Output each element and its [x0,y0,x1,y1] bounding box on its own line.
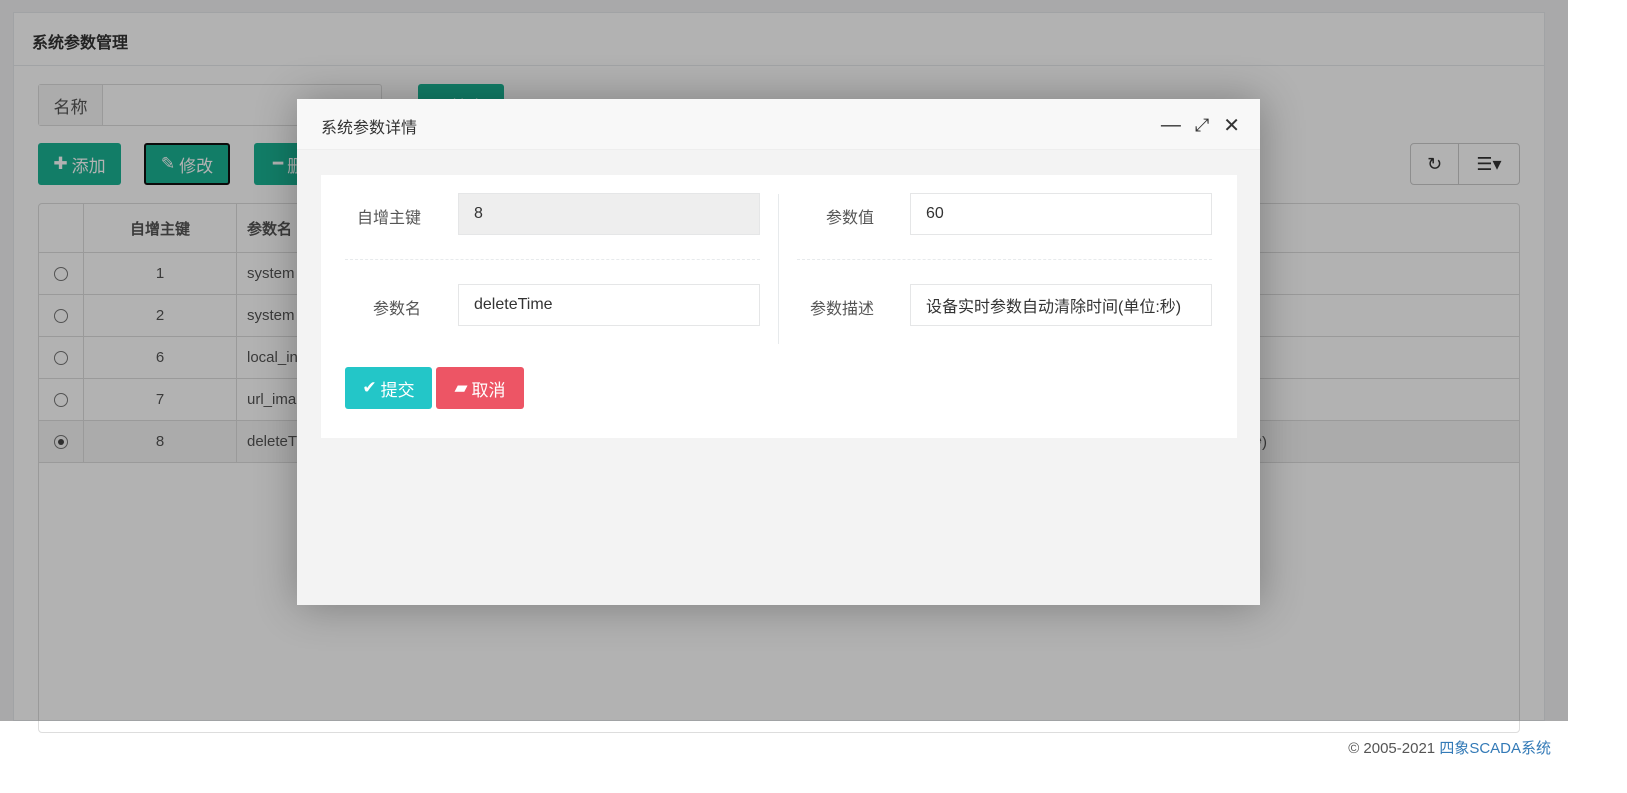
desc-field[interactable]: 设备实时参数自动清除时间(单位:秒) [910,284,1212,326]
cancel-button[interactable]: ▰ 取消 [436,367,524,409]
value-label: 参数值 [825,210,874,227]
minimize-icon[interactable]: — [1161,114,1181,137]
eraser-icon: ▰ [454,378,468,397]
maximize-icon[interactable]: ⤢ [1195,115,1209,136]
desc-label: 参数描述 [809,301,874,318]
footer: © 2005-2021 四象SCADA系统 [1348,740,1551,757]
id-field: 8 [458,193,760,235]
detail-form: 自增主键 8 参数名 deleteTime 参数值 60 参数描述 设备实时参数… [321,175,1237,438]
modal-title: 系统参数详情 [321,120,418,137]
name-field[interactable]: deleteTime [458,284,760,326]
modal-header: 系统参数详情 — ⤢ ✕ [297,99,1260,150]
value-field[interactable]: 60 [910,193,1212,235]
footer-link[interactable]: 四象SCADA系统 [1439,740,1551,757]
id-label: 自增主键 [356,210,421,227]
name-label: 参数名 [372,301,421,318]
close-icon[interactable]: ✕ [1223,113,1240,138]
param-detail-modal: 系统参数详情 — ⤢ ✕ 自增主键 8 参数名 deleteTime 参数值 6… [297,99,1260,605]
check-icon: ✔ [362,378,377,397]
submit-button[interactable]: ✔ 提交 [345,367,432,409]
